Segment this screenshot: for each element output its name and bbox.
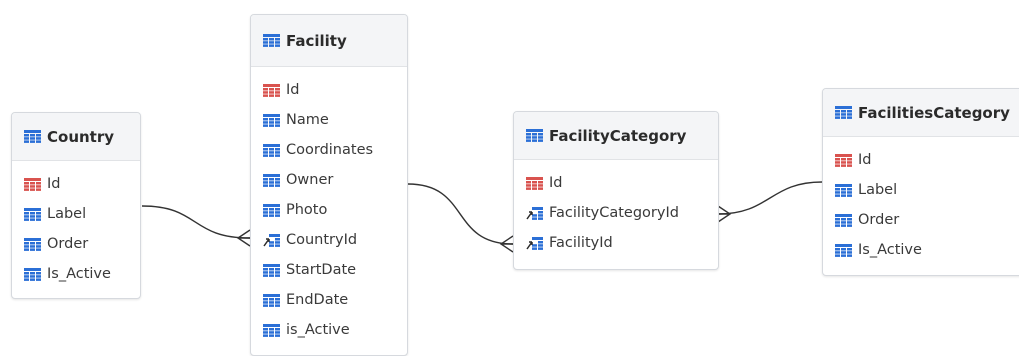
- field-row-name[interactable]: Name: [251, 105, 407, 135]
- crowfoot-facility-countryid: [236, 229, 251, 247]
- field-name: Order: [858, 212, 900, 228]
- field-row-facilityid[interactable]: FacilityId: [514, 228, 718, 258]
- field-name: EndDate: [286, 292, 349, 308]
- column-icon: [24, 237, 41, 251]
- table-icon: [24, 130, 41, 143]
- table-country[interactable]: Country Id Label Order Is_Active: [11, 112, 141, 299]
- field-row-order[interactable]: Order: [823, 205, 1019, 235]
- column-icon: [263, 323, 280, 337]
- primary-key-icon: [24, 177, 41, 191]
- field-name: Label: [47, 206, 87, 222]
- field-name: Name: [286, 112, 329, 128]
- field-row-label[interactable]: Label: [823, 175, 1019, 205]
- field-name: is_Active: [286, 322, 350, 338]
- table-icon: [263, 34, 280, 47]
- field-name: Order: [47, 236, 89, 252]
- field-row-countryid[interactable]: CountryId: [251, 225, 407, 255]
- field-name: Is_Active: [858, 242, 922, 258]
- table-title: Country: [47, 127, 115, 146]
- field-row-startdate[interactable]: StartDate: [251, 255, 407, 285]
- field-name: Id: [858, 152, 872, 168]
- field-name: StartDate: [286, 262, 357, 278]
- column-icon: [263, 203, 280, 217]
- primary-key-icon: [835, 153, 852, 167]
- column-icon: [835, 243, 852, 257]
- relationship-facility-facilitycategory[interactable]: [407, 183, 514, 245]
- field-row-coordinates[interactable]: Coordinates: [251, 135, 407, 165]
- field-name: Id: [549, 175, 563, 191]
- crowfoot-facilitycategory-facilitycategoryid: [717, 205, 732, 223]
- column-icon: [263, 143, 280, 157]
- field-row-facilitycategoryid[interactable]: FacilityCategoryId: [514, 198, 718, 228]
- primary-key-icon: [263, 83, 280, 97]
- table-header-country[interactable]: Country: [12, 113, 140, 161]
- field-row-id[interactable]: Id: [823, 145, 1019, 175]
- field-row-id[interactable]: Id: [514, 168, 718, 198]
- field-row-id[interactable]: Id: [251, 75, 407, 105]
- table-icon: [835, 106, 852, 119]
- primary-key-icon: [526, 176, 543, 190]
- field-name: Label: [858, 182, 898, 198]
- column-icon: [24, 207, 41, 221]
- column-icon: [263, 263, 280, 277]
- field-row-is-active[interactable]: is_Active: [251, 315, 407, 345]
- column-icon: [263, 293, 280, 307]
- table-facilitycategory[interactable]: FacilityCategory Id FacilityCategoryId F…: [513, 111, 719, 270]
- field-name: FacilityCategoryId: [549, 205, 679, 221]
- column-icon: [835, 183, 852, 197]
- column-icon: [263, 113, 280, 127]
- field-name: Id: [286, 82, 300, 98]
- relationship-facilitiescategory-facilitycategory[interactable]: [717, 181, 823, 215]
- crowfoot-facilitycategory-facilityid: [499, 235, 514, 253]
- table-title: Facility: [286, 31, 347, 50]
- column-icon: [835, 213, 852, 227]
- table-facilitiescategory[interactable]: FacilitiesCategory Id Label Order Is_Act…: [822, 88, 1019, 276]
- foreign-key-icon: [263, 233, 280, 247]
- field-row-is-active[interactable]: Is_Active: [12, 259, 140, 289]
- table-icon: [526, 129, 543, 142]
- field-name: Is_Active: [47, 266, 111, 282]
- field-row-photo[interactable]: Photo: [251, 195, 407, 225]
- field-name: Photo: [286, 202, 328, 218]
- table-title: FacilityCategory: [549, 126, 687, 145]
- table-header-facilitiescategory[interactable]: FacilitiesCategory: [823, 89, 1019, 137]
- table-title: FacilitiesCategory: [858, 103, 1010, 122]
- field-row-enddate[interactable]: EndDate: [251, 285, 407, 315]
- field-name: CountryId: [286, 232, 358, 248]
- field-row-owner[interactable]: Owner: [251, 165, 407, 195]
- field-name: Owner: [286, 172, 334, 188]
- relationship-country-facility[interactable]: [141, 205, 251, 239]
- field-row-id[interactable]: Id: [12, 169, 140, 199]
- foreign-key-icon: [526, 236, 543, 250]
- column-icon: [263, 173, 280, 187]
- field-name: Coordinates: [286, 142, 374, 158]
- table-header-facility[interactable]: Facility: [251, 15, 407, 67]
- field-row-label[interactable]: Label: [12, 199, 140, 229]
- column-icon: [24, 267, 41, 281]
- foreign-key-icon: [526, 206, 543, 220]
- table-header-facilitycategory[interactable]: FacilityCategory: [514, 112, 718, 160]
- field-name: FacilityId: [549, 235, 613, 251]
- table-facility[interactable]: Facility Id Name Coordinates Owner Photo…: [250, 14, 408, 356]
- field-row-order[interactable]: Order: [12, 229, 140, 259]
- field-name: Id: [47, 176, 61, 192]
- field-row-is-active[interactable]: Is_Active: [823, 235, 1019, 265]
